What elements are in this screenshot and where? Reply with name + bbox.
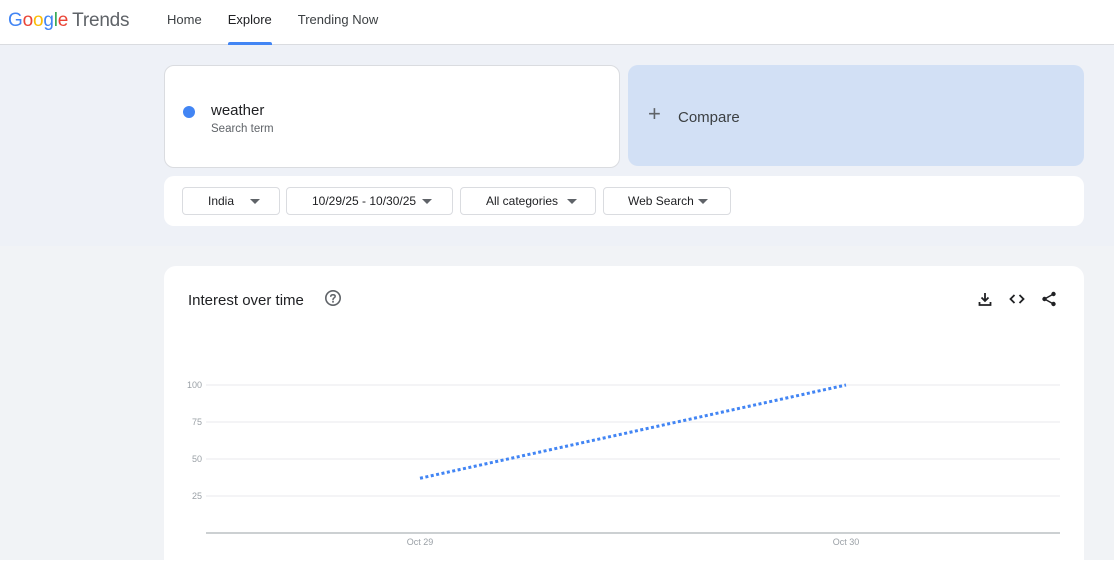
plus-icon: + (648, 101, 661, 126)
search-type-value: Web Search (628, 194, 694, 208)
logo-letter: g (43, 10, 54, 31)
top-header: Google Trends Home Explore Trending Now (0, 0, 1114, 45)
date-range-value: 10/29/25 - 10/30/25 (312, 194, 417, 208)
logo-letter: o (22, 10, 34, 31)
y-tick-label: 50 (192, 454, 202, 464)
search-term-card[interactable]: weather Search term (164, 65, 620, 168)
search-term-name[interactable]: weather (211, 102, 264, 119)
search-term-type: Search term (211, 123, 274, 135)
region-dropdown[interactable]: India (182, 187, 280, 215)
date-range-dropdown[interactable]: 10/29/25 - 10/30/25 (286, 187, 453, 215)
main-nav: Home Explore Trending Now (154, 0, 391, 45)
region-value: India (208, 194, 235, 208)
filter-bar: India 10/29/25 - 10/30/25 All categories… (164, 176, 1084, 226)
logo-letter: e (57, 10, 69, 31)
google-trends-logo[interactable]: Google Trends (8, 10, 130, 32)
y-tick-label: 25 (192, 491, 202, 501)
interest-chart: 25 50 75 100 Oct 29 Oct 30 (187, 380, 1060, 547)
series-line-weather (419, 383, 847, 480)
category-value: All categories (486, 194, 559, 208)
caret-down-icon (250, 199, 260, 204)
nav-trending-now[interactable]: Trending Now (285, 0, 391, 45)
y-tick-label: 75 (192, 417, 202, 427)
compare-label: Compare (678, 109, 740, 126)
caret-down-icon (567, 199, 577, 204)
y-tick-label: 100 (187, 380, 202, 390)
compare-button[interactable]: + Compare (628, 65, 1084, 166)
interest-over-time-card: Interest over time 25 50 75 100 Oct 29 Oct 3… (164, 266, 1084, 576)
nav-home[interactable]: Home (154, 0, 215, 45)
nav-explore[interactable]: Explore (215, 0, 285, 45)
x-tick-label: Oct 29 (407, 537, 434, 547)
category-dropdown[interactable]: All categories (460, 187, 596, 215)
x-tick-label: Oct 30 (833, 537, 860, 547)
term-color-dot (183, 106, 195, 118)
logo-letter: G (8, 10, 23, 31)
logo-letter: o (32, 10, 44, 31)
caret-down-icon (422, 199, 432, 204)
search-type-dropdown[interactable]: Web Search (603, 187, 731, 215)
logo-trends-text: Trends (72, 10, 130, 31)
caret-down-icon (698, 199, 708, 204)
